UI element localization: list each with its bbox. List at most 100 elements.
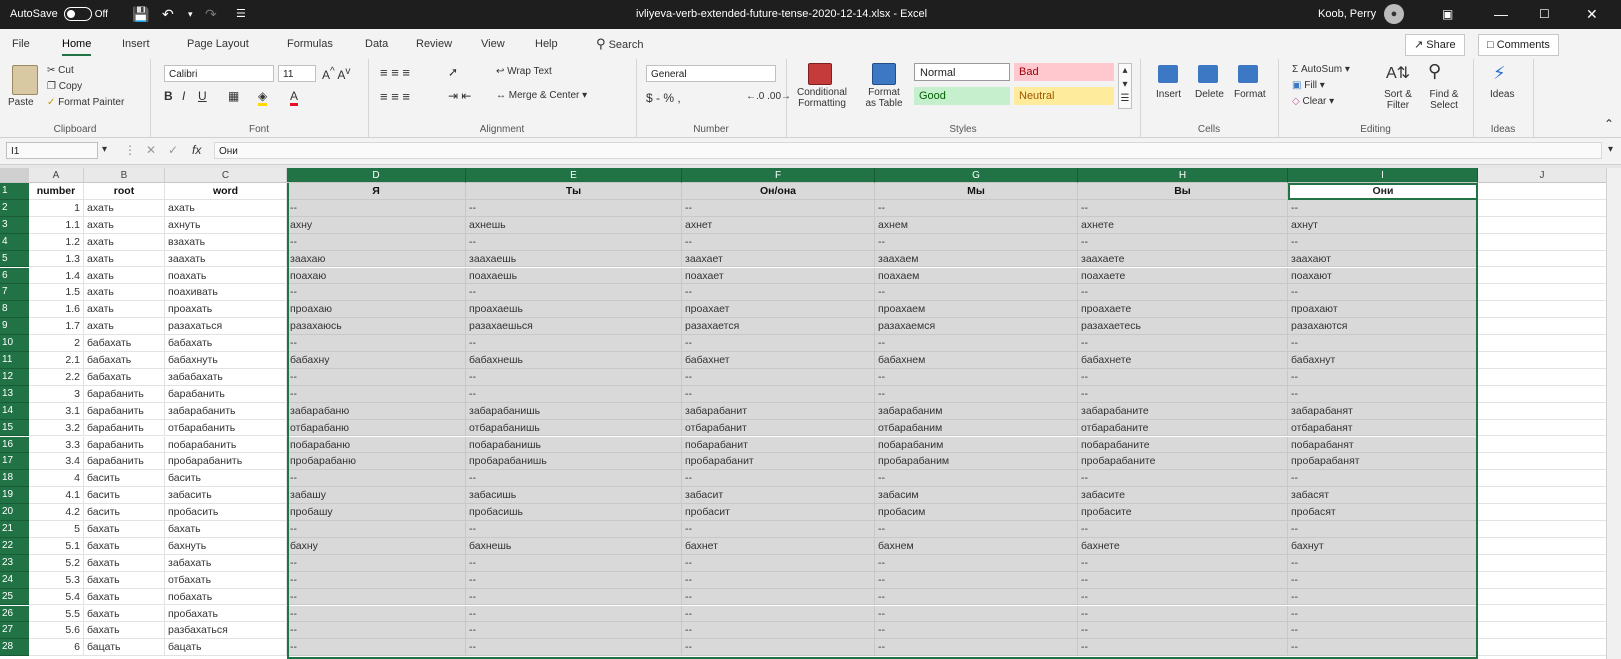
table-cell[interactable]	[1478, 487, 1607, 505]
table-cell[interactable]: --	[1078, 199, 1288, 217]
row-header[interactable]: 2	[0, 199, 29, 217]
format-as-table-button[interactable]: Format as Table	[862, 87, 906, 109]
table-cell[interactable]: пробарабанишь	[466, 453, 682, 471]
header-cell[interactable]: Он/она	[682, 183, 875, 200]
grow-font-icon[interactable]: A^ Av	[322, 66, 350, 82]
tab-formulas[interactable]: Formulas	[287, 29, 333, 59]
table-cell[interactable]: --	[1078, 521, 1288, 538]
formula-input[interactable]: Они	[214, 142, 1602, 159]
table-cell[interactable]: барабанить	[84, 419, 165, 437]
table-cell[interactable]: --	[466, 571, 682, 589]
table-cell[interactable]: забашу	[287, 487, 466, 505]
clear-button[interactable]: ◇ Clear ▾	[1292, 96, 1334, 107]
font-size-select[interactable]: 11	[278, 65, 316, 82]
table-cell[interactable]: --	[682, 233, 875, 251]
tab-insert[interactable]: Insert	[122, 29, 150, 59]
table-cell[interactable]: забасим	[875, 487, 1078, 505]
table-cell[interactable]: отбахать	[165, 571, 287, 589]
maximize-icon[interactable]: ☐	[1539, 0, 1550, 29]
table-cell[interactable]: разбахаться	[165, 622, 287, 640]
header-cell[interactable]: number	[29, 183, 84, 200]
table-cell[interactable]: проахать	[165, 301, 287, 319]
fill-button[interactable]: ▣ Fill ▾	[1292, 80, 1325, 91]
table-cell[interactable]: --	[682, 588, 875, 606]
table-cell[interactable]: 1.6	[29, 301, 84, 319]
table-cell[interactable]: заахают	[1288, 250, 1478, 268]
table-cell[interactable]: --	[287, 470, 466, 488]
table-cell[interactable]: бахать	[84, 571, 165, 589]
row-header[interactable]: 10	[0, 335, 29, 352]
table-cell[interactable]: --	[875, 233, 1078, 251]
close-icon[interactable]: ✕	[1586, 0, 1598, 29]
table-cell[interactable]: --	[466, 233, 682, 251]
table-cell[interactable]: ахнете	[1078, 216, 1288, 234]
table-cell[interactable]: 1.5	[29, 284, 84, 302]
table-cell[interactable]: --	[875, 385, 1078, 403]
table-cell[interactable]: ахать	[84, 233, 165, 251]
row-header[interactable]: 18	[0, 470, 29, 488]
table-cell[interactable]: --	[1288, 521, 1478, 538]
row-header[interactable]: 3	[0, 216, 29, 234]
table-cell[interactable]: --	[287, 554, 466, 572]
row-header[interactable]: 16	[0, 436, 29, 454]
table-cell[interactable]: --	[875, 554, 1078, 572]
table-cell[interactable]: ахнут	[1288, 216, 1478, 234]
table-cell[interactable]: --	[1288, 385, 1478, 403]
table-cell[interactable]: басить	[84, 470, 165, 488]
table-cell[interactable]: проахают	[1288, 301, 1478, 319]
column-header-j[interactable]: J	[1478, 168, 1607, 183]
table-cell[interactable]: заахаете	[1078, 250, 1288, 268]
table-cell[interactable]: --	[875, 571, 1078, 589]
table-cell[interactable]: отбарабаним	[875, 419, 1078, 437]
row-header[interactable]: 24	[0, 571, 29, 589]
table-cell[interactable]: --	[466, 470, 682, 488]
table-cell[interactable]: --	[1078, 605, 1288, 623]
styles-gallery-scroll-icon[interactable]: ▴ ▾ ☰	[1118, 63, 1132, 109]
table-cell[interactable]: заахаем	[875, 250, 1078, 268]
table-cell[interactable]: пробарабаните	[1078, 453, 1288, 471]
table-cell[interactable]: --	[287, 571, 466, 589]
table-cell[interactable]: бабахнем	[875, 352, 1078, 369]
table-cell[interactable]: проахаешь	[466, 301, 682, 319]
table-cell[interactable]: --	[682, 199, 875, 217]
table-cell[interactable]: бацать	[165, 639, 287, 657]
table-cell[interactable]: отбарабанишь	[466, 419, 682, 437]
table-cell[interactable]: ахать	[84, 284, 165, 302]
tab-review[interactable]: Review	[416, 29, 452, 59]
table-cell[interactable]: бахнешь	[466, 537, 682, 555]
table-cell[interactable]: бацать	[84, 639, 165, 657]
table-cell[interactable]: --	[1288, 284, 1478, 302]
table-cell[interactable]: 1.1	[29, 216, 84, 234]
table-cell[interactable]: разахаюсь	[287, 318, 466, 336]
table-cell[interactable]: --	[287, 605, 466, 623]
table-cell[interactable]	[1478, 352, 1607, 369]
table-cell[interactable]: --	[1078, 368, 1288, 386]
table-cell[interactable]: --	[1288, 571, 1478, 589]
table-cell[interactable]: поахивать	[165, 284, 287, 302]
table-cell[interactable]: ахнет	[682, 216, 875, 234]
row-header[interactable]: 5	[0, 250, 29, 268]
table-cell[interactable]: --	[466, 521, 682, 538]
table-cell[interactable]: бабахать	[84, 368, 165, 386]
table-cell[interactable]: ахать	[165, 199, 287, 217]
table-cell[interactable]: бахать	[84, 588, 165, 606]
table-cell[interactable]: бабахну	[287, 352, 466, 369]
undo-dropdown-icon[interactable]: ▾	[188, 0, 193, 29]
table-cell[interactable]: 5.1	[29, 537, 84, 555]
table-cell[interactable]: бабахнут	[1288, 352, 1478, 369]
table-cell[interactable]: ахать	[84, 267, 165, 285]
column-header-d[interactable]: D	[287, 168, 466, 183]
table-cell[interactable]: --	[1078, 639, 1288, 657]
format-button[interactable]: Format	[1234, 89, 1266, 100]
table-cell[interactable]: --	[875, 335, 1078, 352]
style-good[interactable]: Good	[914, 87, 1010, 105]
tab-data[interactable]: Data	[365, 29, 388, 59]
table-cell[interactable]: 1.3	[29, 250, 84, 268]
table-cell[interactable]: забарабанит	[682, 402, 875, 420]
share-button[interactable]: ↗ Share	[1405, 34, 1465, 56]
sort-filter-icon[interactable]: A⇅	[1386, 63, 1410, 83]
sort-filter-button[interactable]: Sort & Filter	[1378, 89, 1418, 111]
table-cell[interactable]: 5.3	[29, 571, 84, 589]
delete-cells-icon[interactable]	[1198, 65, 1218, 83]
table-cell[interactable]: 5.6	[29, 622, 84, 640]
